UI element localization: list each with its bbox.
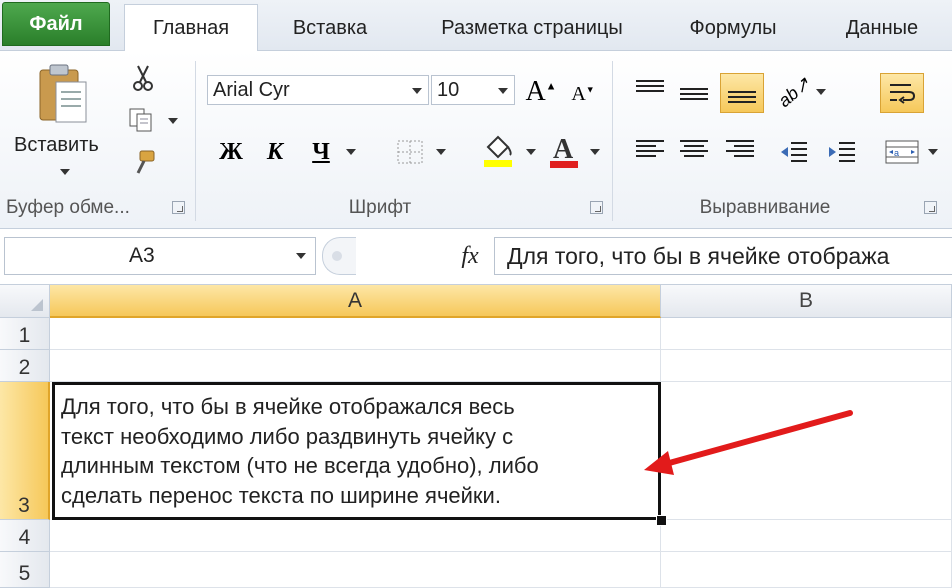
paste-button[interactable]: [34, 61, 94, 127]
formula-input[interactable]: Для того, что бы в ячейке отобража: [494, 237, 952, 275]
bold-button[interactable]: Ж: [216, 137, 246, 167]
font-color-dropdown-icon[interactable]: [590, 149, 600, 155]
copy-dropdown-icon[interactable]: [168, 118, 178, 124]
merge-dropdown-icon[interactable]: [928, 149, 938, 155]
ribbon-separator: [612, 61, 613, 221]
font-name-value: Arial Cyr: [213, 78, 290, 101]
decrease-indent-icon: [781, 142, 807, 162]
insert-function-button[interactable]: fx: [452, 239, 488, 273]
tab-file[interactable]: Файл: [2, 2, 110, 46]
fill-bucket-icon: [484, 135, 512, 167]
cell-b1[interactable]: [661, 318, 952, 350]
shrink-font-icon: A▼: [571, 82, 595, 105]
wrap-text-icon: [890, 84, 916, 104]
orientation-button[interactable]: ab↗: [775, 73, 815, 111]
row-header-4[interactable]: 4: [0, 520, 50, 552]
scissors-icon: [133, 65, 153, 91]
cell-a3[interactable]: Для того, что бы в ячейке отображался ве…: [52, 382, 661, 520]
cell-b2[interactable]: [661, 350, 952, 382]
tab-page-layout[interactable]: Разметка страницы: [412, 6, 652, 50]
cut-button[interactable]: [128, 63, 158, 93]
column-header-b[interactable]: B: [661, 285, 952, 318]
grow-font-button[interactable]: A▲: [525, 76, 557, 107]
cell-b4[interactable]: [661, 520, 952, 552]
svg-text:a: a: [894, 148, 899, 158]
ribbon-separator: [195, 61, 196, 221]
font-name-combo[interactable]: Arial Cyr: [207, 75, 429, 105]
select-all-icon: [31, 299, 43, 311]
font-group-label: Шрифт: [348, 197, 412, 218]
grip-dot-icon: [332, 251, 342, 261]
underline-button[interactable]: Ч: [306, 137, 336, 167]
orientation-dropdown-icon[interactable]: [816, 89, 826, 95]
clipboard-launcher-icon[interactable]: [172, 201, 185, 214]
svg-text:A: A: [553, 134, 574, 165]
row-header-3[interactable]: 3: [0, 382, 50, 520]
wrap-text-button[interactable]: [880, 73, 924, 113]
cell-b5[interactable]: [661, 552, 952, 588]
formula-bar: A3 fx Для того, что бы в ячейке отобража: [0, 229, 952, 285]
tab-insert[interactable]: Вставка: [270, 6, 390, 50]
annotation-arrow-icon: [644, 410, 853, 475]
orientation-icon: ab↗: [774, 72, 815, 111]
align-center-button[interactable]: [680, 137, 710, 167]
tab-data[interactable]: Данные: [822, 6, 942, 50]
format-painter-button[interactable]: [128, 147, 160, 179]
borders-button[interactable]: [394, 137, 426, 167]
column-header-a[interactable]: A: [50, 285, 661, 318]
shrink-font-button[interactable]: A▼: [570, 81, 596, 107]
paste-dropdown-icon[interactable]: [60, 169, 70, 175]
paste-label[interactable]: Вставить: [14, 134, 99, 157]
grow-font-icon: A▲: [525, 76, 557, 107]
name-box-dropdown-icon[interactable]: [296, 253, 306, 259]
align-right-button[interactable]: [726, 137, 756, 167]
paste-icon: [39, 64, 87, 123]
fill-color-dropdown-icon[interactable]: [526, 149, 536, 155]
font-color-button[interactable]: A: [546, 131, 582, 171]
merge-center-button[interactable]: a: [882, 137, 922, 167]
alignment-launcher-icon[interactable]: [924, 201, 937, 214]
ribbon-tab-bar: Файл Главная Вставка Разметка страницы Ф…: [0, 0, 952, 51]
italic-button[interactable]: К: [260, 137, 290, 167]
name-box-value: A3: [129, 244, 155, 267]
align-top-button[interactable]: [636, 77, 666, 103]
fill-handle[interactable]: [656, 515, 667, 526]
tab-home[interactable]: Главная: [124, 4, 258, 51]
font-size-value: 10: [437, 78, 460, 101]
underline-dropdown-icon[interactable]: [346, 149, 356, 155]
increase-indent-icon: [829, 142, 855, 162]
tab-formulas[interactable]: Формулы: [668, 6, 798, 50]
increase-indent-button[interactable]: [826, 137, 858, 167]
cell-a4[interactable]: [50, 520, 661, 552]
cell-a1[interactable]: [50, 318, 661, 350]
row-header-2[interactable]: 2: [0, 350, 50, 382]
borders-dropdown-icon[interactable]: [436, 149, 446, 155]
font-name-dropdown-icon[interactable]: [412, 88, 422, 94]
ribbon-home: Вставить Буфер обме... Arial Cyr 10 A▲ A…: [0, 51, 952, 229]
borders-icon: [397, 140, 423, 164]
font-color-icon: A: [550, 134, 578, 168]
format-painter-icon: [136, 150, 155, 174]
align-middle-button[interactable]: [680, 85, 710, 111]
merge-center-icon: a: [885, 140, 919, 164]
worksheet-grid: A B 1 2 3 4 5 Для того, что бы в ячейке …: [0, 285, 952, 588]
align-bottom-button[interactable]: [720, 73, 764, 113]
font-size-dropdown-icon[interactable]: [498, 88, 508, 94]
clipboard-group-label: Буфер обме...: [6, 197, 130, 218]
decrease-indent-button[interactable]: [778, 137, 810, 167]
select-all-button[interactable]: [0, 285, 50, 318]
font-launcher-icon[interactable]: [590, 201, 603, 214]
copy-button[interactable]: [126, 105, 158, 135]
align-left-button[interactable]: [636, 137, 666, 167]
name-box[interactable]: A3: [4, 237, 316, 275]
formula-buttons: fx: [322, 237, 492, 275]
alignment-group-label: Выравнивание: [699, 197, 831, 218]
cell-a2[interactable]: [50, 350, 661, 382]
row-header-5[interactable]: 5: [0, 552, 50, 588]
cell-a5[interactable]: [50, 552, 661, 588]
formula-content: Для того, что бы в ячейке отобража: [507, 242, 890, 269]
fill-color-button[interactable]: [478, 131, 518, 171]
copy-icon: [129, 108, 152, 132]
row-header-1[interactable]: 1: [0, 318, 50, 350]
